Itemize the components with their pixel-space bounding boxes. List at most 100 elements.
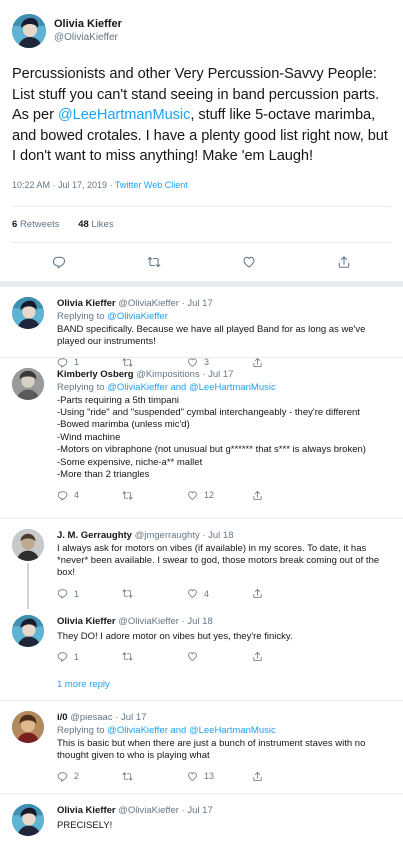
retweet-button[interactable] [122,771,177,782]
reply-tweet[interactable]: i/0 @piesaac · Jul 17 Replying to @Olivi… [0,701,403,794]
avatar[interactable] [12,710,44,743]
reply-text: They DO! I adore motor on vibes but yes,… [57,630,293,642]
reply-button[interactable]: 4 [57,490,112,501]
retweet-icon[interactable] [147,255,161,269]
reply-header: J. M. Gerraughty @jmgerraughty · Jul 18 [57,529,391,542]
reply-author-handle[interactable]: @OliviaKieffer · Jul 17 [118,298,212,309]
retweets-label: Retweets [19,218,60,230]
like-count: 12 [204,490,215,501]
reply-author-name[interactable]: Kimberly Osberg [57,369,134,380]
share-icon[interactable] [337,255,351,269]
reply-text: PRECISELY! [57,819,113,831]
share-button[interactable] [252,771,307,782]
like-button[interactable] [187,651,242,662]
share-button[interactable] [252,588,307,599]
reply-count: 1 [74,588,80,599]
avatar[interactable] [12,614,44,647]
like-button[interactable]: 13 [187,771,242,782]
reply-icon [57,651,68,662]
likes-count: 48 [78,218,89,230]
replying-to-prefix: Replying to [57,310,108,322]
author-name[interactable]: Olivia Kieffer [54,17,122,31]
share-icon [252,651,263,662]
reply-icon [57,771,68,782]
reply-button[interactable]: 1 [57,651,112,662]
more-replies-link[interactable]: 1 more reply [0,669,403,701]
replying-to-prefix: Replying to [57,381,108,393]
likes-stat[interactable]: 48 Likes [78,219,113,230]
reply-text: -Parts requiring a 5th timpani -Using "r… [57,394,366,480]
reply-author-handle[interactable]: @jmgerraughty · Jul 18 [135,530,234,541]
heart-icon[interactable] [242,255,256,269]
heart-icon [187,490,198,501]
reply-button[interactable]: 1 [57,588,112,599]
reply-header: i/0 @piesaac · Jul 17 [57,711,391,724]
retweet-icon [122,588,133,599]
avatar[interactable] [12,528,44,561]
replies-list: Olivia Kieffer @OliviaKieffer · Jul 17 R… [0,287,403,854]
retweet-button[interactable] [122,651,177,662]
tweet-client-link[interactable]: Twitter Web Client [115,180,188,190]
replying-to-prefix: Replying to [57,724,108,736]
reply-author-name[interactable]: i/0 [57,712,68,723]
heart-icon [187,588,198,599]
avatar[interactable] [12,296,44,329]
tweet-meta: 10:22 AM · Jul 17, 2019 · Twitter Web Cl… [12,180,391,190]
share-icon [252,588,263,599]
reply-tweet[interactable]: Kimberly Osberg @Kimpositions · Jul 17 R… [0,358,403,519]
tweet-actions [12,243,391,281]
reply-author-name[interactable]: Olivia Kieffer [57,616,116,627]
share-button[interactable] [252,490,307,501]
reply-text: I always ask for motors on vibes (if ava… [57,542,380,579]
share-icon [252,490,263,501]
reply-icon [57,588,68,599]
reply-author-name[interactable]: J. M. Gerraughty [57,530,132,541]
avatar[interactable] [12,367,44,400]
reply-actions: 1 [57,643,391,671]
reply-actions: 2 13 [57,762,391,790]
retweet-icon [122,651,133,662]
share-button[interactable] [252,651,307,662]
avatar[interactable] [12,803,44,836]
reply-author-handle[interactable]: @Kimpositions · Jul 17 [136,369,233,380]
replying-to: Replying to @OliviaKieffer [57,310,391,323]
reply-author-name[interactable]: Olivia Kieffer [57,805,116,816]
reply-tweet[interactable]: Olivia Kieffer @OliviaKieffer · Jul 18 T… [0,605,403,669]
avatar[interactable] [12,14,46,48]
reply-count: 1 [74,651,80,662]
replying-to-link[interactable]: @OliviaKieffer and @LeeHartmanMusic [107,725,276,736]
replying-to: Replying to @OliviaKieffer and @LeeHartm… [57,724,391,737]
mention-link[interactable]: @LeeHartmanMusic [58,107,190,123]
retweets-stat[interactable]: 6 Retweets [12,219,60,230]
retweet-button[interactable] [122,490,177,501]
reply-text: BAND specifically. Because we have all p… [57,323,366,347]
replying-to-link[interactable]: @OliviaKieffer [107,311,168,322]
reply-tweet[interactable]: J. M. Gerraughty @jmgerraughty · Jul 18 … [0,519,403,609]
retweet-button[interactable] [122,588,177,599]
reply-author-name[interactable]: Olivia Kieffer [57,298,116,309]
retweet-icon [122,490,133,501]
author-block: Olivia Kieffer @OliviaKieffer [54,17,122,45]
replying-to-link[interactable]: @OliviaKieffer and @LeeHartmanMusic [107,382,276,393]
like-button[interactable]: 12 [187,490,242,501]
heart-icon [187,651,198,662]
main-tweet-header: Olivia Kieffer @OliviaKieffer [12,10,391,52]
reply-tweet[interactable]: Olivia Kieffer @OliviaKieffer · Jul 17 P… [0,794,403,854]
like-count: 4 [204,588,210,599]
reply-tweet[interactable]: Olivia Kieffer @OliviaKieffer · Jul 17 R… [0,287,403,358]
like-button[interactable]: 4 [187,588,242,599]
reply-icon [57,490,68,501]
likes-label: Likes [91,218,114,230]
share-icon [252,771,263,782]
thread-line [27,562,29,609]
tweet-text: Percussionists and other Very Percussion… [12,64,391,167]
reply-author-handle[interactable]: @piesaac · Jul 17 [70,712,146,723]
reply-author-handle[interactable]: @OliviaKieffer · Jul 18 [118,616,212,627]
reply-author-handle[interactable]: @OliviaKieffer · Jul 17 [118,805,212,816]
author-handle[interactable]: @OliviaKieffer [54,31,122,45]
reply-button[interactable]: 2 [57,771,112,782]
tweet-timestamp[interactable]: 10:22 AM · Jul 17, 2019 · [12,180,115,190]
reply-header: Olivia Kieffer @OliviaKieffer · Jul 17 [57,297,391,310]
like-count: 13 [204,771,215,782]
reply-icon[interactable] [52,255,66,269]
